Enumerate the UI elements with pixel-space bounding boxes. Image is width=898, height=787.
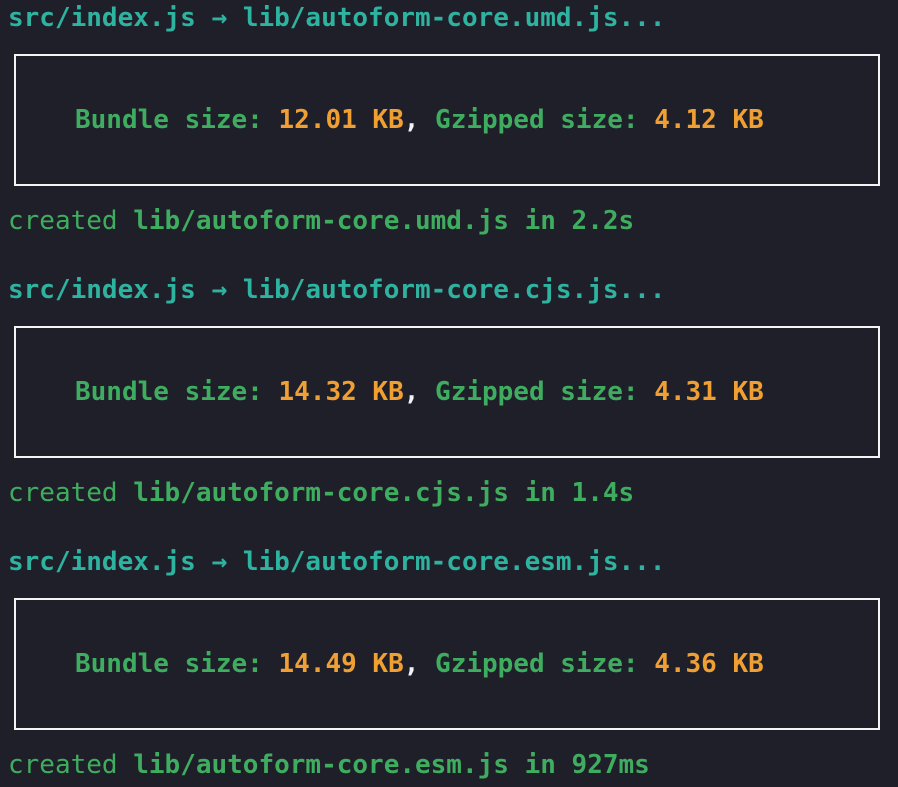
bundle-size-box-cjs: Bundle size: 14.32 KB, Gzipped size: 4.3… bbox=[14, 326, 880, 458]
build-header-esm: src/index.js → lib/autoform-core.esm.js.… bbox=[8, 544, 665, 580]
bundle-size-line: Bundle size: 14.32 KB, Gzipped size: 4.3… bbox=[75, 374, 764, 410]
bundle-size-label: Bundle size: bbox=[75, 649, 279, 679]
gzip-size-label: Gzipped size: bbox=[419, 377, 655, 407]
bundle-size-label: Bundle size: bbox=[75, 377, 279, 407]
bundle-size-label: Bundle size: bbox=[75, 105, 279, 135]
bundle-size-line: Bundle size: 12.01 KB, Gzipped size: 4.1… bbox=[75, 102, 764, 138]
in-word: in bbox=[524, 206, 556, 236]
gzip-size-label: Gzipped size: bbox=[419, 649, 655, 679]
output-path: lib/autoform-core.umd.js... bbox=[242, 3, 666, 33]
created-word: created bbox=[8, 750, 118, 780]
created-word: created bbox=[8, 478, 118, 508]
output-path: lib/autoform-core.cjs.js... bbox=[242, 275, 666, 305]
bundle-size-box-umd: Bundle size: 12.01 KB, Gzipped size: 4.1… bbox=[14, 54, 880, 186]
arrow-icon: → bbox=[211, 3, 228, 33]
bundle-size-value: 14.32 KB bbox=[278, 377, 404, 407]
created-file: lib/autoform-core.esm.js bbox=[133, 750, 509, 780]
created-file: lib/autoform-core.cjs.js bbox=[133, 478, 509, 508]
gzip-size-value: 4.36 KB bbox=[654, 649, 764, 679]
bundle-size-box-esm: Bundle size: 14.49 KB, Gzipped size: 4.3… bbox=[14, 598, 880, 730]
bundle-size-line: Bundle size: 14.49 KB, Gzipped size: 4.3… bbox=[75, 646, 764, 682]
created-word: created bbox=[8, 206, 118, 236]
separator-comma: , bbox=[403, 105, 420, 135]
build-duration: 927ms bbox=[571, 750, 650, 780]
created-line-cjs: created lib/autoform-core.cjs.js in 1.4s bbox=[8, 475, 634, 511]
input-path: src/index.js bbox=[8, 275, 196, 305]
build-header-cjs: src/index.js → lib/autoform-core.cjs.js.… bbox=[8, 272, 665, 308]
bundle-size-value: 14.49 KB bbox=[278, 649, 404, 679]
build-header-umd: src/index.js → lib/autoform-core.umd.js.… bbox=[8, 0, 665, 36]
created-file: lib/autoform-core.umd.js bbox=[133, 206, 509, 236]
terminal-output: src/index.js → lib/autoform-core.umd.js.… bbox=[0, 0, 898, 787]
separator-comma: , bbox=[403, 377, 420, 407]
in-word: in bbox=[524, 750, 556, 780]
created-line-umd: created lib/autoform-core.umd.js in 2.2s bbox=[8, 203, 634, 239]
output-path: lib/autoform-core.esm.js... bbox=[242, 547, 666, 577]
separator-comma: , bbox=[403, 649, 420, 679]
build-duration: 2.2s bbox=[571, 206, 635, 236]
bundle-size-value: 12.01 KB bbox=[278, 105, 404, 135]
gzip-size-value: 4.12 KB bbox=[654, 105, 764, 135]
input-path: src/index.js bbox=[8, 547, 196, 577]
build-duration: 1.4s bbox=[571, 478, 635, 508]
arrow-icon: → bbox=[211, 547, 228, 577]
gzip-size-value: 4.31 KB bbox=[654, 377, 764, 407]
created-line-esm: created lib/autoform-core.esm.js in 927m… bbox=[8, 747, 650, 783]
input-path: src/index.js bbox=[8, 3, 196, 33]
in-word: in bbox=[524, 478, 556, 508]
arrow-icon: → bbox=[211, 275, 228, 305]
gzip-size-label: Gzipped size: bbox=[419, 105, 655, 135]
